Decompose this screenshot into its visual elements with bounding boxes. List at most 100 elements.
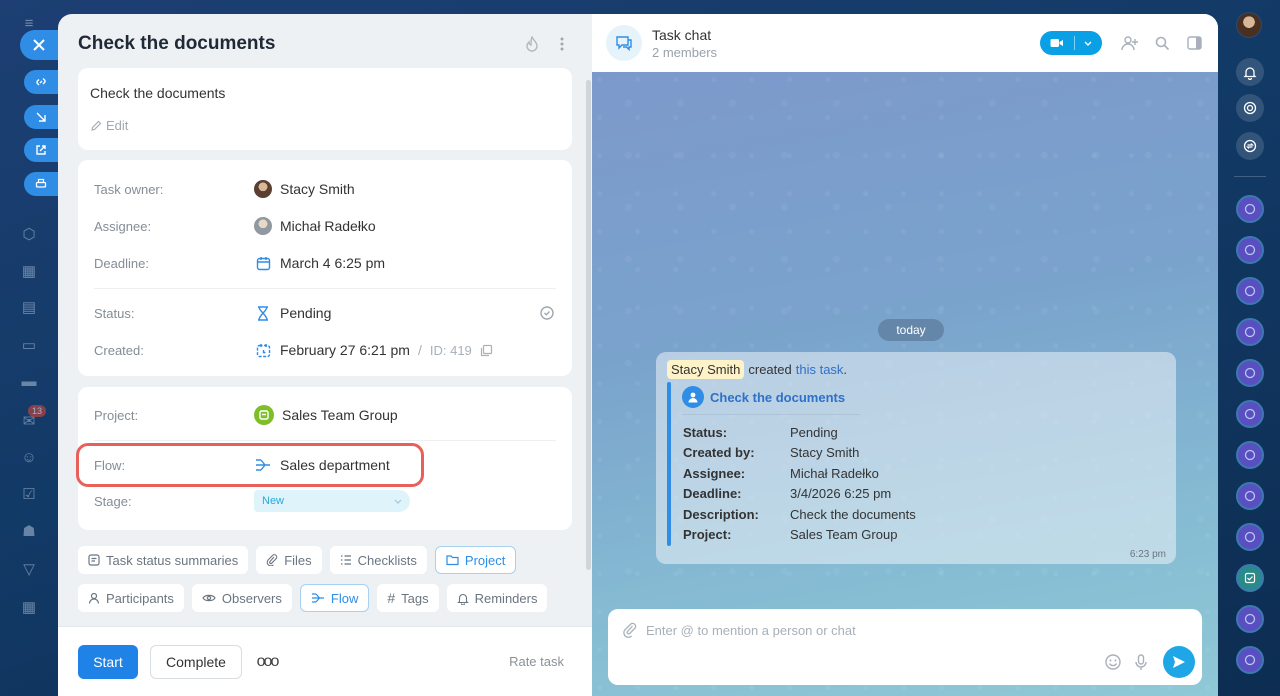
quote-value: Stacy Smith — [790, 445, 860, 460]
quote-key: Project: — [683, 527, 732, 542]
recent-chat-icon[interactable] — [1236, 277, 1264, 305]
flame-icon[interactable] — [522, 34, 542, 54]
hexagon-icon[interactable]: ⬡ — [19, 225, 39, 245]
project-value[interactable]: Sales Team Group — [254, 405, 556, 425]
message-period: . — [843, 362, 848, 377]
input-placeholder: Enter @ to mention a person or chat — [646, 623, 856, 638]
monitor-icon[interactable]: ▭ — [19, 336, 39, 356]
recent-chat-icon[interactable] — [1236, 195, 1264, 223]
status-history-icon[interactable] — [538, 304, 556, 322]
quote-row: Created by: Stacy Smith — [683, 445, 859, 460]
quote-value: Pending — [790, 425, 838, 440]
chip-participants[interactable]: Participants — [78, 584, 184, 612]
recent-chat-icon[interactable] — [1236, 359, 1264, 387]
message-input[interactable]: Enter @ to mention a person or chat — [608, 609, 1202, 685]
author-mention[interactable]: Stacy Smith — [667, 360, 745, 379]
video-camera-icon — [1050, 39, 1063, 47]
quote-bar — [667, 382, 671, 546]
chip-project[interactable]: Project — [434, 546, 517, 574]
paperclip-icon[interactable] — [622, 622, 638, 638]
copy-id-icon[interactable] — [480, 344, 493, 357]
recent-chat-icon[interactable] — [1236, 318, 1264, 346]
owner-value[interactable]: Stacy Smith — [254, 180, 556, 198]
quote-value: Michał Radełko — [790, 466, 879, 481]
task-scrollbar[interactable] — [586, 80, 591, 570]
status-row: Status: Pending — [94, 301, 556, 325]
copy-link-button[interactable] — [24, 70, 58, 94]
task-id: ID: 419 — [429, 342, 472, 358]
recent-chat-icon[interactable] — [1236, 441, 1264, 469]
chip-flow[interactable]: Flow — [299, 584, 370, 612]
sidebar-toggle-icon[interactable] — [1184, 33, 1204, 53]
quote-title[interactable]: Check the documents — [682, 386, 845, 408]
bell-icon — [456, 593, 469, 605]
start-button[interactable]: Start — [78, 644, 138, 679]
stage-row: Stage: New — [94, 489, 556, 513]
date-divider: today — [878, 319, 944, 341]
chat-sync-icon[interactable] — [1236, 132, 1264, 160]
send-button[interactable] — [1163, 646, 1195, 678]
chip-checklists[interactable]: Checklists — [329, 546, 427, 574]
recent-chat-icon[interactable] — [1236, 605, 1264, 633]
stage-select[interactable]: New — [254, 490, 410, 512]
microphone-icon[interactable] — [1132, 653, 1150, 671]
deadline-value[interactable]: March 4 6:25 pm — [254, 254, 556, 272]
stage-text: New — [262, 495, 285, 507]
created-value: February 27 6:21 pm / ID: 419 — [254, 341, 556, 359]
chat-panel: Task chat 2 members today Stacy Smith cr… — [592, 14, 1218, 696]
notifications-bell-icon[interactable] — [1236, 58, 1264, 86]
recent-chat-icon[interactable] — [1236, 646, 1264, 674]
rate-task-button[interactable]: Rate task — [509, 654, 564, 669]
grid-icon[interactable]: ▦ — [19, 598, 39, 618]
recent-chat-icon[interactable] — [1236, 523, 1264, 551]
assignee-row: Assignee: Michał Radełko — [94, 214, 556, 238]
complete-button[interactable]: Complete — [150, 644, 242, 679]
chat-title: Task chat — [652, 26, 712, 43]
calendar-icon[interactable]: ▦ — [19, 262, 39, 282]
chip-tags[interactable]: # Tags — [377, 584, 439, 612]
chip-reminders[interactable]: Reminders — [446, 584, 548, 612]
emoji-icon[interactable] — [1104, 653, 1122, 671]
card-icon[interactable]: ▬ — [19, 372, 39, 392]
chip-label: Tags — [401, 590, 429, 606]
person-icon — [88, 592, 100, 604]
recent-chat-icon[interactable] — [1236, 236, 1264, 264]
owner-row: Task owner: Stacy Smith — [94, 177, 556, 201]
stage-label: Stage: — [94, 493, 132, 509]
close-slider-button[interactable] — [20, 30, 58, 60]
search-icon[interactable] — [1152, 33, 1172, 53]
details-divider — [94, 288, 556, 289]
edit-description-button[interactable]: Edit — [90, 118, 560, 133]
print-button[interactable] — [24, 172, 58, 196]
minimize-button[interactable] — [24, 105, 58, 129]
owner-avatar — [254, 180, 272, 198]
task-link[interactable]: this task — [796, 362, 844, 377]
filter-icon[interactable]: ▽ — [19, 560, 39, 580]
open-new-tab-button[interactable] — [24, 138, 58, 162]
stage-value[interactable]: New — [254, 490, 556, 512]
copilot-icon[interactable] — [1236, 94, 1264, 122]
chat-icon — [606, 25, 642, 61]
recent-chat-icon[interactable] — [1236, 482, 1264, 510]
chip-observers[interactable]: Observers — [191, 584, 292, 612]
user-avatar[interactable] — [1236, 12, 1262, 38]
assignee-name: Michał Radełko — [280, 218, 376, 234]
people-icon[interactable]: ☺ — [19, 448, 39, 468]
more-actions-button[interactable]: ooo — [254, 649, 280, 675]
video-call-button[interactable] — [1040, 31, 1102, 55]
eye-icon — [202, 594, 216, 602]
task-description: Check the documents — [90, 85, 226, 101]
chip-task-status-summaries[interactable]: Task status summaries — [78, 546, 249, 574]
chip-files[interactable]: Files — [256, 546, 322, 574]
add-user-icon[interactable] — [1120, 33, 1140, 53]
chip-label: Files — [284, 552, 312, 568]
assignee-value[interactable]: Michał Radełko — [254, 217, 556, 235]
id-separator: / — [417, 342, 422, 358]
task-icon[interactable]: ☑ — [19, 485, 39, 505]
more-vertical-icon[interactable] — [552, 34, 572, 54]
robot-icon[interactable]: ☗ — [19, 522, 39, 542]
recent-chat-icon[interactable] — [1236, 400, 1264, 428]
task-chat-icon[interactable] — [1236, 564, 1264, 592]
document-icon[interactable]: ▤ — [19, 298, 39, 318]
chat-members[interactable]: 2 members — [652, 45, 1040, 60]
